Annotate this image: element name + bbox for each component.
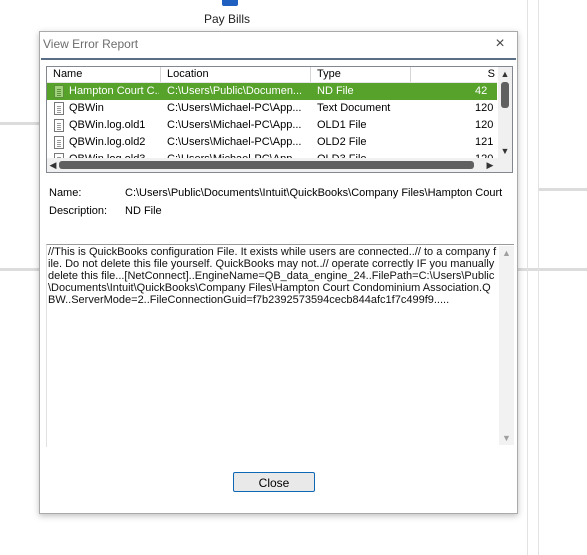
list-row-selected[interactable]: Hampton Court C... C:\Users\Public\Docum…: [47, 83, 497, 100]
dialog-title: View Error Report: [43, 37, 139, 51]
name-value: C:\Users\Public\Documents\Intuit\QuickBo…: [125, 187, 505, 199]
pay-bills-label[interactable]: Pay Bills: [204, 12, 250, 26]
background-divider: [0, 268, 39, 271]
list-header: Name Location Type S: [47, 67, 497, 83]
title-separator: [41, 58, 516, 60]
row-location: C:\Users\Public\Documen...: [167, 85, 303, 97]
file-icon: [54, 136, 64, 149]
text-vertical-scrollbar[interactable]: ▲ ▼: [499, 246, 514, 445]
file-icon: [54, 119, 64, 132]
file-icon: [54, 102, 64, 115]
scroll-down-icon[interactable]: ▼: [499, 432, 514, 444]
column-header-location[interactable]: Location: [161, 67, 311, 82]
scroll-down-icon[interactable]: ▼: [498, 145, 512, 157]
list-horizontal-scrollbar[interactable]: ◀ ▶: [47, 158, 512, 172]
list-row[interactable]: QBWin.log.old2 C:\Users\Michael-PC\App..…: [47, 134, 497, 151]
name-label: Name:: [49, 187, 82, 199]
row-name: QBWin: [69, 102, 104, 114]
column-header-size[interactable]: S: [411, 67, 497, 82]
background-divider: [527, 0, 528, 555]
scroll-right-icon[interactable]: ▶: [484, 159, 496, 171]
row-type: ND File: [317, 85, 354, 97]
row-name: Hampton Court C...: [69, 85, 159, 97]
list-row[interactable]: QBWin.log.old1 C:\Users\Michael-PC\App..…: [47, 117, 497, 134]
view-error-report-dialog: View Error Report × Name Location Type S…: [39, 31, 518, 514]
scroll-thumb[interactable]: [59, 161, 474, 169]
row-size: 120: [475, 119, 494, 131]
row-name: QBWin.log.old2: [69, 136, 146, 148]
report-text-area[interactable]: //This is QuickBooks configuration File.…: [46, 244, 514, 447]
row-type: OLD2 File: [317, 136, 367, 148]
column-header-name[interactable]: Name: [47, 67, 161, 82]
row-location: C:\Users\Michael-PC\App...: [167, 136, 302, 148]
report-text: //This is QuickBooks configuration File.…: [48, 246, 498, 306]
row-location: C:\Users\Michael-PC\App...: [167, 119, 302, 131]
list-vertical-scrollbar[interactable]: ▲ ▼: [498, 67, 512, 158]
row-type: OLD1 File: [317, 119, 367, 131]
column-header-type[interactable]: Type: [311, 67, 411, 82]
row-type: Text Document: [317, 102, 391, 114]
row-size: 120: [475, 102, 494, 114]
row-location: C:\Users\Michael-PC\App...: [167, 102, 302, 114]
close-icon[interactable]: ×: [491, 35, 509, 53]
description-value: ND File: [125, 205, 162, 217]
scroll-thumb[interactable]: [501, 82, 509, 108]
background-divider: [538, 0, 539, 555]
scroll-left-icon[interactable]: ◀: [47, 159, 59, 171]
row-name: QBWin.log.old1: [69, 119, 146, 131]
pay-bills-icon[interactable]: [222, 0, 238, 6]
dialog-titlebar[interactable]: View Error Report ×: [40, 32, 517, 58]
scrollbar-corner: [498, 158, 512, 172]
background-divider: [0, 122, 39, 125]
scroll-up-icon[interactable]: ▲: [498, 68, 512, 80]
close-button[interactable]: Close: [233, 472, 315, 492]
file-icon: [54, 85, 64, 98]
row-size: 42: [475, 85, 488, 97]
description-label: Description:: [49, 205, 108, 217]
background-divider: [538, 188, 587, 191]
list-row[interactable]: QBWin C:\Users\Michael-PC\App... Text Do…: [47, 100, 497, 117]
scroll-up-icon[interactable]: ▲: [499, 247, 514, 259]
row-size: 121: [475, 136, 494, 148]
file-list[interactable]: Name Location Type S Hampton Court C... …: [46, 66, 513, 173]
